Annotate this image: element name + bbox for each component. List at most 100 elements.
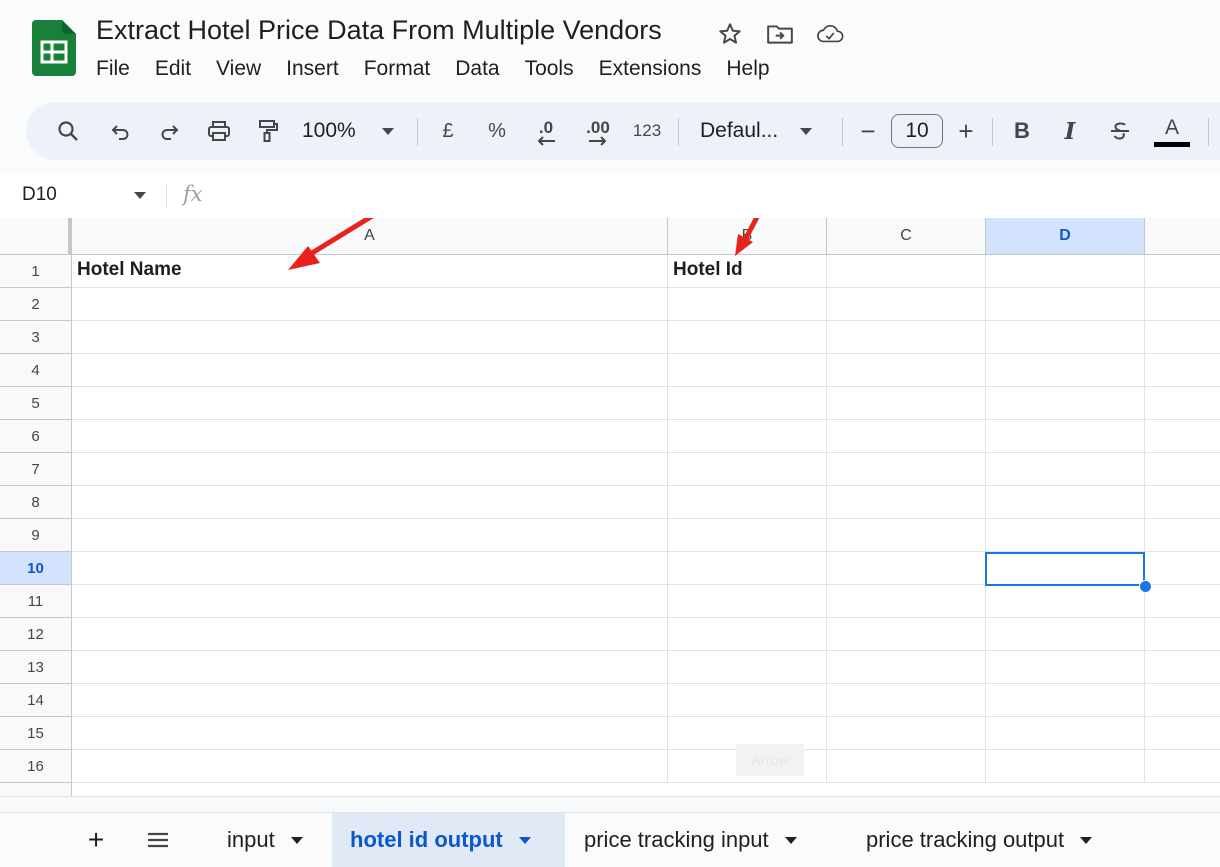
document-title[interactable]: Extract Hotel Price Data From Multiple V… [96, 15, 662, 46]
cell-c16[interactable] [827, 750, 986, 783]
selected-cell-d10[interactable] [985, 552, 1145, 586]
column-header-a[interactable]: A [72, 218, 668, 255]
cell-a13[interactable] [72, 651, 668, 684]
cell-c13[interactable] [827, 651, 986, 684]
undo-icon[interactable] [104, 102, 136, 160]
cell-a9[interactable] [72, 519, 668, 552]
menu-view[interactable]: View [216, 55, 261, 83]
cell-b9[interactable] [668, 519, 827, 552]
cell-b1[interactable]: Hotel Id [668, 255, 827, 288]
cell-c6[interactable] [827, 420, 986, 453]
menu-format[interactable]: Format [364, 55, 431, 83]
row-header-3[interactable]: 3 [0, 321, 72, 354]
cell-e5[interactable] [1145, 387, 1220, 420]
cell-c1[interactable] [827, 255, 986, 288]
row-header-10[interactable]: 10 [0, 552, 72, 585]
italic-button[interactable]: I [1058, 102, 1082, 160]
cell-b8[interactable] [668, 486, 827, 519]
increase-font-size-button[interactable]: + [954, 102, 978, 160]
cell-d6[interactable] [986, 420, 1145, 453]
cell-d4[interactable] [986, 354, 1145, 387]
cell-a14[interactable] [72, 684, 668, 717]
row-header-8[interactable]: 8 [0, 486, 72, 519]
chevron-down-icon[interactable] [518, 836, 531, 844]
sheet-tab-input[interactable]: input [227, 813, 303, 867]
horizontal-scrollbar[interactable] [0, 796, 1220, 813]
strikethrough-icon[interactable] [1106, 102, 1134, 160]
cell-e8[interactable] [1145, 486, 1220, 519]
column-header-c[interactable]: C [827, 218, 986, 255]
cell-a8[interactable] [72, 486, 668, 519]
cell-a6[interactable] [72, 420, 668, 453]
cell-e16[interactable] [1145, 750, 1220, 783]
cell-c14[interactable] [827, 684, 986, 717]
cell-c12[interactable] [827, 618, 986, 651]
menu-insert[interactable]: Insert [286, 55, 339, 83]
cell-e2[interactable] [1145, 288, 1220, 321]
select-all-corner[interactable] [0, 218, 72, 258]
cell-d16[interactable] [986, 750, 1145, 783]
row-header-15[interactable]: 15 [0, 717, 72, 750]
all-sheets-button[interactable] [144, 813, 172, 867]
row-header-6[interactable]: 6 [0, 420, 72, 453]
cell-c8[interactable] [827, 486, 986, 519]
cell-e11[interactable] [1145, 585, 1220, 618]
row-header-16[interactable]: 16 [0, 750, 72, 783]
row-header-11[interactable]: 11 [0, 585, 72, 618]
cell-b10[interactable] [668, 552, 827, 585]
menu-edit[interactable]: Edit [155, 55, 191, 83]
sheet-tab-price-tracking-input[interactable]: price tracking input [584, 813, 797, 867]
cell-e10[interactable] [1145, 552, 1220, 585]
bold-button[interactable]: B [1010, 102, 1034, 160]
cell-d9[interactable] [986, 519, 1145, 552]
cell-b7[interactable] [668, 453, 827, 486]
column-header-d[interactable]: D [986, 218, 1145, 255]
cell-e4[interactable] [1145, 354, 1220, 387]
cell-d12[interactable] [986, 618, 1145, 651]
cell-a12[interactable] [72, 618, 668, 651]
cell-d5[interactable] [986, 387, 1145, 420]
cell-c11[interactable] [827, 585, 986, 618]
cell-d1[interactable] [986, 255, 1145, 288]
menu-help[interactable]: Help [726, 55, 769, 83]
cell-b5[interactable] [668, 387, 827, 420]
cell-a3[interactable] [72, 321, 668, 354]
cell-e12[interactable] [1145, 618, 1220, 651]
redo-icon[interactable] [154, 102, 186, 160]
cell-c9[interactable] [827, 519, 986, 552]
cell-d11[interactable] [986, 585, 1145, 618]
cell-b3[interactable] [668, 321, 827, 354]
cell-b14[interactable] [668, 684, 827, 717]
cell-d3[interactable] [986, 321, 1145, 354]
name-box[interactable]: D10 [22, 184, 57, 206]
cell-d13[interactable] [986, 651, 1145, 684]
print-icon[interactable] [202, 102, 236, 160]
row-header-13[interactable]: 13 [0, 651, 72, 684]
move-to-folder-icon[interactable] [766, 20, 794, 48]
chevron-down-icon[interactable] [784, 836, 797, 844]
column-header-b[interactable]: B [668, 218, 827, 255]
star-icon[interactable] [716, 20, 744, 48]
cell-d15[interactable] [986, 717, 1145, 750]
decrease-font-size-button[interactable]: − [856, 102, 880, 160]
cell-b13[interactable] [668, 651, 827, 684]
search-menus-icon[interactable] [52, 102, 84, 160]
menu-file[interactable]: File [96, 55, 130, 83]
paint-format-icon[interactable] [252, 102, 284, 160]
row-header-14[interactable]: 14 [0, 684, 72, 717]
font-family-select[interactable]: Defaul... [700, 102, 830, 160]
cell-d7[interactable] [986, 453, 1145, 486]
cell-e15[interactable] [1145, 717, 1220, 750]
chevron-down-icon[interactable] [134, 192, 146, 199]
cell-b6[interactable] [668, 420, 827, 453]
cell-c5[interactable] [827, 387, 986, 420]
cell-a1[interactable]: Hotel Name [72, 255, 668, 288]
cell-b4[interactable] [668, 354, 827, 387]
add-sheet-button[interactable]: + [84, 813, 108, 867]
cell-a4[interactable] [72, 354, 668, 387]
sheet-tab-price-tracking-output[interactable]: price tracking output [866, 813, 1093, 867]
cell-e7[interactable] [1145, 453, 1220, 486]
google-sheets-logo-icon[interactable] [32, 20, 76, 76]
row-header-4[interactable]: 4 [0, 354, 72, 387]
cell-a7[interactable] [72, 453, 668, 486]
